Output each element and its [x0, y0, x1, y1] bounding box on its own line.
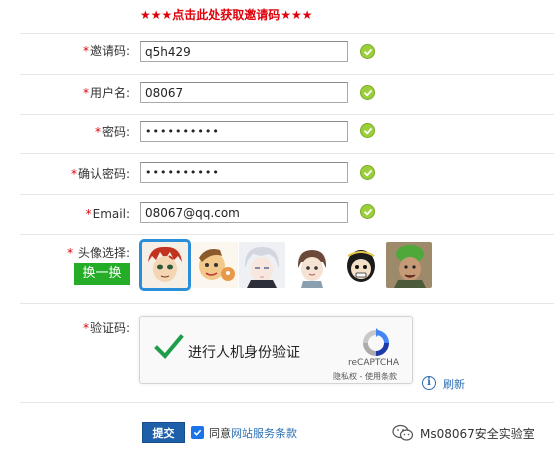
required-mark: * [94, 125, 101, 139]
divider [20, 114, 554, 115]
required-mark: * [70, 167, 77, 181]
confirm-password-input[interactable] [140, 162, 348, 183]
password-input[interactable] [140, 121, 348, 142]
terms-of-service-link[interactable]: 网站服务条款 [231, 427, 297, 440]
watermark-text: Ms08067安全实验室 [420, 427, 535, 441]
divider [20, 402, 554, 403]
recaptcha-logo-icon [363, 328, 389, 356]
avatar-option-4[interactable] [289, 242, 335, 288]
divider [20, 33, 554, 34]
avatar-option-6[interactable] [386, 242, 432, 288]
required-mark: * [82, 44, 89, 58]
check-circle-icon [360, 165, 375, 180]
username-label: *用户名: [0, 85, 130, 101]
avatar-option-1[interactable] [139, 239, 191, 291]
avatar-option-5[interactable] [338, 242, 384, 288]
recaptcha-privacy-terms-links[interactable]: 隐私权 - 使用条款 [333, 371, 397, 382]
agree-prefix: 同意 [209, 427, 231, 440]
invite-code-label: *邀请码: [0, 43, 130, 59]
email-label: *Email: [0, 206, 130, 222]
invite-code-input[interactable] [140, 41, 348, 62]
divider [20, 194, 554, 195]
required-mark: * [82, 86, 89, 100]
divider [20, 74, 554, 75]
required-mark: * [85, 207, 92, 221]
check-circle-icon [360, 44, 375, 59]
password-label: *密码: [0, 124, 130, 140]
swap-avatars-button[interactable]: 换一换 [74, 263, 130, 285]
invite-code-label-text: 邀请码: [89, 44, 130, 58]
wechat-icon [392, 424, 414, 441]
email-label-text: Email: [92, 207, 130, 221]
divider [20, 234, 554, 235]
check-circle-icon [360, 123, 375, 138]
required-mark: * [82, 321, 89, 335]
recaptcha-widget[interactable]: 进行人机身份验证 reCAPTCHA 隐私权 - 使用条款 [139, 316, 413, 384]
avatar-option-3[interactable] [239, 242, 285, 288]
avatar-label: * 头像选择: [0, 245, 130, 261]
refresh-captcha-link[interactable]: 刷新 [443, 376, 465, 392]
avatar-label-text: 头像选择: [77, 246, 130, 260]
username-label-text: 用户名: [89, 86, 130, 100]
agree-terms-text: 同意网站服务条款 [209, 425, 297, 441]
get-invite-code-link[interactable]: ★★★点击此处获取邀请码★★★ [140, 6, 313, 23]
captcha-verify-text: 进行人机身份验证 [188, 345, 300, 361]
check-circle-icon [360, 85, 375, 100]
email-input[interactable] [140, 202, 348, 223]
recaptcha-brand: reCAPTCHA [348, 358, 400, 368]
password-label-text: 密码: [101, 125, 130, 139]
captcha-label-text: 验证码: [89, 321, 130, 335]
required-mark: * [67, 246, 74, 260]
divider [20, 153, 554, 154]
username-input[interactable] [140, 82, 348, 103]
avatar-option-2[interactable] [192, 242, 238, 288]
checkbox-checked-icon[interactable] [191, 426, 204, 439]
divider [20, 303, 554, 304]
submit-button[interactable]: 提交 [142, 422, 185, 443]
check-circle-icon [360, 204, 375, 219]
checkmark-icon [154, 334, 184, 359]
info-icon[interactable]: i [422, 376, 436, 390]
confirm-password-label-text: 确认密码: [77, 167, 130, 181]
confirm-password-label: *确认密码: [0, 166, 130, 182]
captcha-label: *验证码: [0, 320, 130, 336]
